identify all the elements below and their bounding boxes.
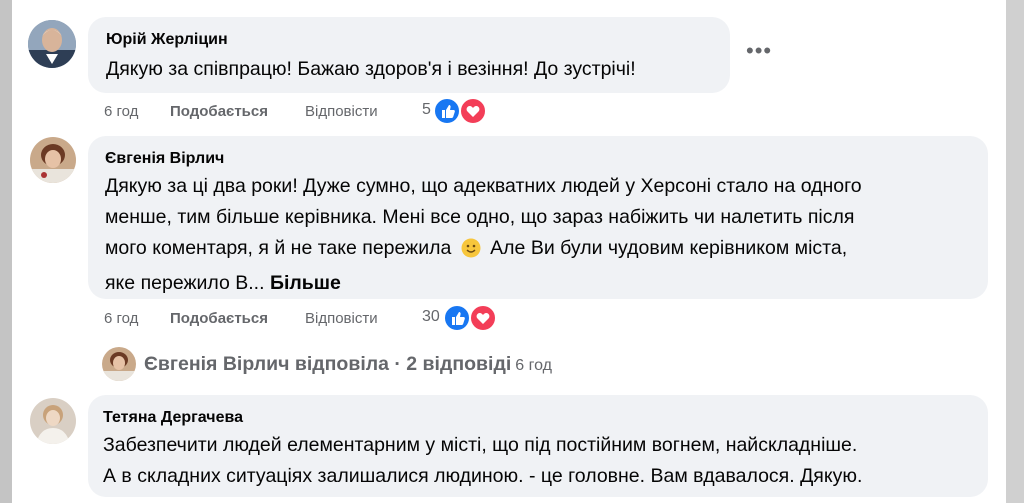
comment-bubble: Юрій Жерліцин Дякую за співпрацю! Бажаю … bbox=[88, 17, 730, 93]
comment-text: Забезпечити людей елементарним у місті, … bbox=[103, 430, 862, 492]
comment-line: Забезпечити людей елементарним у місті, … bbox=[103, 434, 858, 456]
comment-time[interactable]: 6 год bbox=[104, 103, 138, 120]
comment-line: Дякую за ці два роки! Дуже сумно, що аде… bbox=[105, 175, 862, 197]
reaction-count: 5 bbox=[422, 101, 431, 118]
avatar-photo bbox=[28, 20, 76, 68]
avatar-photo bbox=[102, 347, 136, 381]
comment-bubble: Євгенія Вірлич Дякую за ці два роки! Дуж… bbox=[88, 136, 988, 299]
scrollbar-track[interactable] bbox=[1006, 0, 1024, 503]
reaction-summary[interactable]: 5 bbox=[422, 97, 492, 125]
reaction-summary[interactable]: 30 bbox=[422, 304, 502, 332]
comment-time[interactable]: 6 год bbox=[104, 310, 138, 327]
like-button[interactable]: Подобається bbox=[170, 310, 268, 327]
comment-line: яке пережило В... Більше bbox=[105, 268, 862, 299]
comment-line-part: Але Ви були чудовим керівником міста, bbox=[490, 237, 848, 259]
comment-author[interactable]: Євгенія Вірлич bbox=[105, 150, 224, 168]
like-button[interactable]: Подобається bbox=[170, 103, 268, 120]
like-reaction-icon bbox=[433, 97, 461, 125]
comment-line-part: яке пережило В... bbox=[105, 272, 265, 294]
like-reaction-icon bbox=[443, 304, 471, 332]
reply-button[interactable]: Відповісти bbox=[305, 310, 378, 327]
more-options-icon[interactable]: ••• bbox=[746, 38, 772, 64]
view-replies-link[interactable]: Євгенія Вірлич відповіла · 2 відповіді 6 … bbox=[144, 353, 552, 376]
reply-button[interactable]: Відповісти bbox=[305, 103, 378, 120]
comment-author[interactable]: Юрій Жерліцин bbox=[106, 31, 228, 49]
replies-time: 6 год bbox=[515, 357, 552, 374]
comment-text: Дякую за співпрацю! Бажаю здоров'я і вез… bbox=[106, 54, 636, 85]
smiling-face-emoji-icon bbox=[461, 237, 481, 268]
avatar-photo bbox=[30, 398, 76, 444]
reply-avatar[interactable] bbox=[102, 347, 136, 381]
comment-line: менше, тим більше керівника. Мені все од… bbox=[105, 206, 855, 228]
left-edge bbox=[0, 0, 12, 503]
comment-bubble: Тетяна Дергачева Забезпечити людей елеме… bbox=[88, 395, 988, 497]
avatar[interactable] bbox=[28, 20, 76, 68]
comment-line: А в складних ситуаціях залишалися людино… bbox=[103, 465, 863, 487]
avatar[interactable] bbox=[30, 137, 76, 183]
comment-author[interactable]: Тетяна Дергачева bbox=[103, 409, 243, 427]
see-more-link[interactable]: Більше bbox=[270, 272, 341, 294]
replies-summary: Євгенія Вірлич відповіла · 2 відповіді bbox=[144, 353, 512, 375]
comment-line-part: мого коментаря, я й не таке пережила bbox=[105, 237, 452, 259]
comment-text: Дякую за ці два роки! Дуже сумно, що аде… bbox=[105, 171, 862, 299]
reaction-count: 30 bbox=[422, 308, 440, 325]
love-reaction-icon bbox=[469, 304, 497, 332]
comment-line: мого коментаря, я й не таке пережила Але… bbox=[105, 233, 862, 268]
love-reaction-icon bbox=[459, 97, 487, 125]
avatar-photo bbox=[30, 137, 76, 183]
comment-line: Дякую за співпрацю! Бажаю здоров'я і вез… bbox=[106, 58, 636, 80]
avatar[interactable] bbox=[30, 398, 76, 444]
